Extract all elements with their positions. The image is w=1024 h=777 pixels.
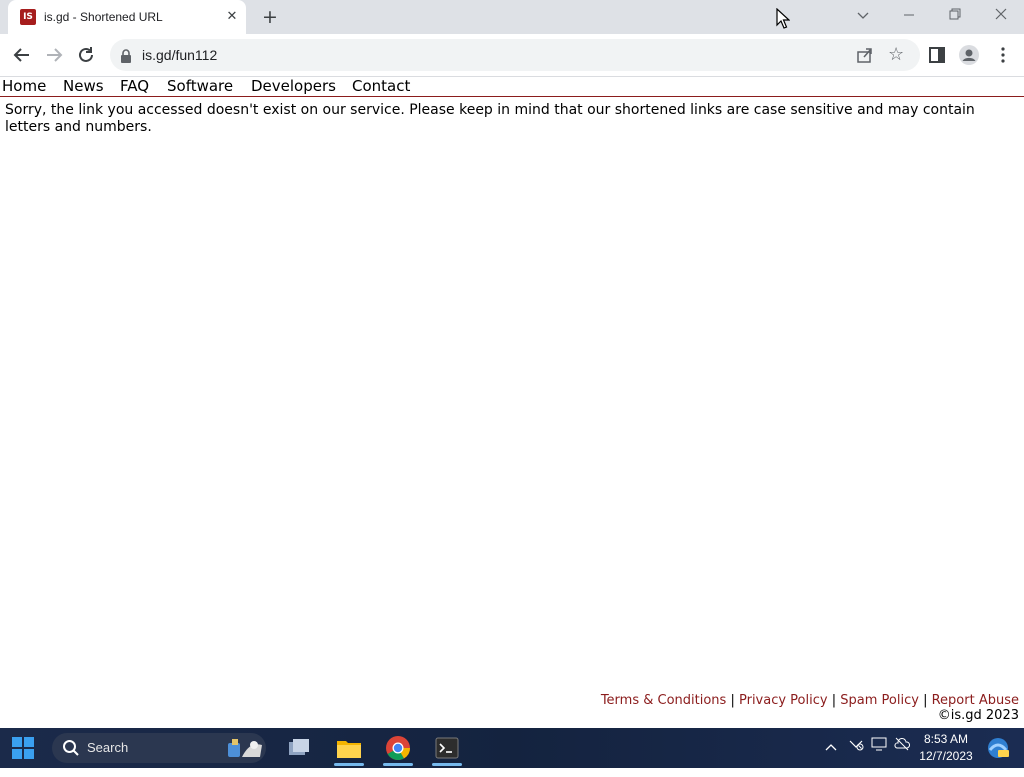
taskbar-clock[interactable]: 8:53 AM 12/7/2023 xyxy=(914,731,978,765)
search-icon xyxy=(62,739,80,761)
browser-tab[interactable]: IS is.gd - Shortened URL ✕ xyxy=(8,0,246,34)
side-panel-icon[interactable] xyxy=(924,42,950,68)
search-label: Search xyxy=(87,740,129,755)
clock-date: 12/7/2023 xyxy=(919,749,973,763)
active-indicator xyxy=(383,763,413,766)
reload-icon[interactable] xyxy=(73,42,99,68)
new-tab-button[interactable]: + xyxy=(260,6,280,28)
browser-toolbar: is.gd/fun112 ☆ xyxy=(0,34,1024,77)
minimize-button[interactable] xyxy=(897,6,921,26)
more-vert-icon[interactable] xyxy=(990,42,1016,68)
tab-title: is.gd - Shortened URL xyxy=(44,10,163,24)
footer-separator: | xyxy=(730,693,735,708)
windows-taskbar: Search 8:53 AM 12/7/2023 xyxy=(0,728,1024,768)
profile-icon[interactable] xyxy=(956,42,982,68)
nav-software[interactable]: Software xyxy=(167,77,233,96)
tab-search-chevron-icon[interactable] xyxy=(851,6,875,26)
clock-time: 8:53 AM xyxy=(923,732,969,746)
terminal-icon[interactable] xyxy=(432,733,462,766)
search-highlight-icon xyxy=(224,735,264,761)
nav-home[interactable]: Home xyxy=(2,77,46,96)
network-icon[interactable] xyxy=(846,728,866,768)
restore-button[interactable] xyxy=(943,6,967,26)
display-icon[interactable] xyxy=(869,728,889,768)
tab-close-icon[interactable]: ✕ xyxy=(224,9,240,25)
footer-separator: | xyxy=(923,693,928,708)
widgets-icon[interactable] xyxy=(984,728,1012,768)
nav-contact[interactable]: Contact xyxy=(352,77,410,96)
forward-arrow-icon[interactable] xyxy=(41,42,67,68)
share-icon[interactable] xyxy=(856,46,874,68)
address-bar[interactable]: is.gd/fun112 ☆ xyxy=(110,39,920,71)
lock-icon[interactable] xyxy=(120,48,132,67)
back-arrow-icon[interactable] xyxy=(9,42,35,68)
active-indicator xyxy=(334,763,364,766)
footer-link-report-abuse[interactable]: Report Abuse xyxy=(932,693,1019,708)
footer-links: Terms & Conditions | Privacy Policy | Sp… xyxy=(601,693,1019,708)
copyright: ©is.gd 2023 xyxy=(937,708,1019,723)
footer-link-terms[interactable]: Terms & Conditions xyxy=(601,693,727,708)
footer-link-spam[interactable]: Spam Policy xyxy=(840,693,919,708)
site-nav: Home News FAQ Software Developers Contac… xyxy=(0,77,1024,97)
nav-faq[interactable]: FAQ xyxy=(120,77,149,96)
tab-strip: IS is.gd - Shortened URL ✕ + xyxy=(0,0,1024,34)
taskbar-search[interactable]: Search xyxy=(52,733,266,763)
windows-start-icon[interactable] xyxy=(12,737,34,759)
task-view-icon[interactable] xyxy=(284,733,314,763)
isgd-favicon-icon: IS xyxy=(20,9,36,25)
mouse-cursor-icon xyxy=(776,7,791,34)
close-window-button[interactable] xyxy=(989,6,1013,26)
chevron-up-icon[interactable] xyxy=(822,728,840,768)
cloud-off-icon[interactable] xyxy=(892,728,912,768)
active-indicator xyxy=(432,763,462,766)
star-icon[interactable]: ☆ xyxy=(888,45,904,65)
footer-separator: | xyxy=(831,693,837,708)
nav-news[interactable]: News xyxy=(63,77,104,96)
chrome-icon[interactable] xyxy=(383,733,413,766)
footer-link-privacy[interactable]: Privacy Policy xyxy=(739,693,828,708)
nav-developers[interactable]: Developers xyxy=(251,77,336,96)
web-page: Home News FAQ Software Developers Contac… xyxy=(0,77,1024,728)
url-text[interactable]: is.gd/fun112 xyxy=(142,39,217,71)
site-footer: Terms & Conditions | Privacy Policy | Sp… xyxy=(601,693,1019,723)
file-explorer-icon[interactable] xyxy=(334,733,364,766)
error-message: Sorry, the link you accessed doesn't exi… xyxy=(5,102,975,135)
